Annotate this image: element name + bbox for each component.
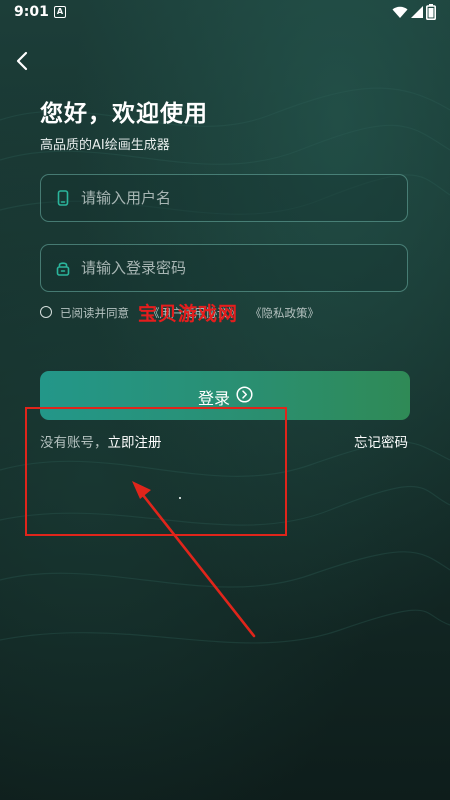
signal-icon <box>411 6 423 18</box>
username-input[interactable] <box>81 175 391 221</box>
login-label: 登录 <box>198 389 231 408</box>
arrow-circle-icon <box>236 386 253 403</box>
lock-icon <box>56 262 70 276</box>
login-screen: 9:01 A 您好，欢迎使用 高品质的AI绘画生成器 请输入用户名 已阅读并同意… <box>0 0 450 800</box>
agreement-text: 已阅读并同意 <box>60 306 129 320</box>
page-subtitle: 高品质的AI绘画生成器 <box>40 138 170 153</box>
username-field[interactable] <box>40 174 408 222</box>
page-title: 您好，欢迎使用 <box>40 101 208 127</box>
agreement-checkbox[interactable] <box>40 306 52 318</box>
battery-icon <box>426 4 436 20</box>
app-notification-icon: A <box>54 6 66 18</box>
password-field[interactable] <box>40 244 408 292</box>
privacy-policy-link[interactable]: 《隐私政策》 <box>250 305 319 321</box>
forgot-password-link[interactable]: 忘记密码 <box>354 431 408 451</box>
annotation-highlight-box <box>25 407 287 536</box>
phone-icon <box>57 190 69 206</box>
status-time: 9:01 <box>14 4 49 20</box>
status-bar: 9:01 A <box>0 0 450 26</box>
watermark-text: 宝贝游戏网 <box>138 303 239 325</box>
back-button[interactable] <box>10 48 36 74</box>
stray-dot <box>179 497 181 499</box>
wifi-icon <box>392 6 408 18</box>
password-input[interactable] <box>81 245 391 291</box>
